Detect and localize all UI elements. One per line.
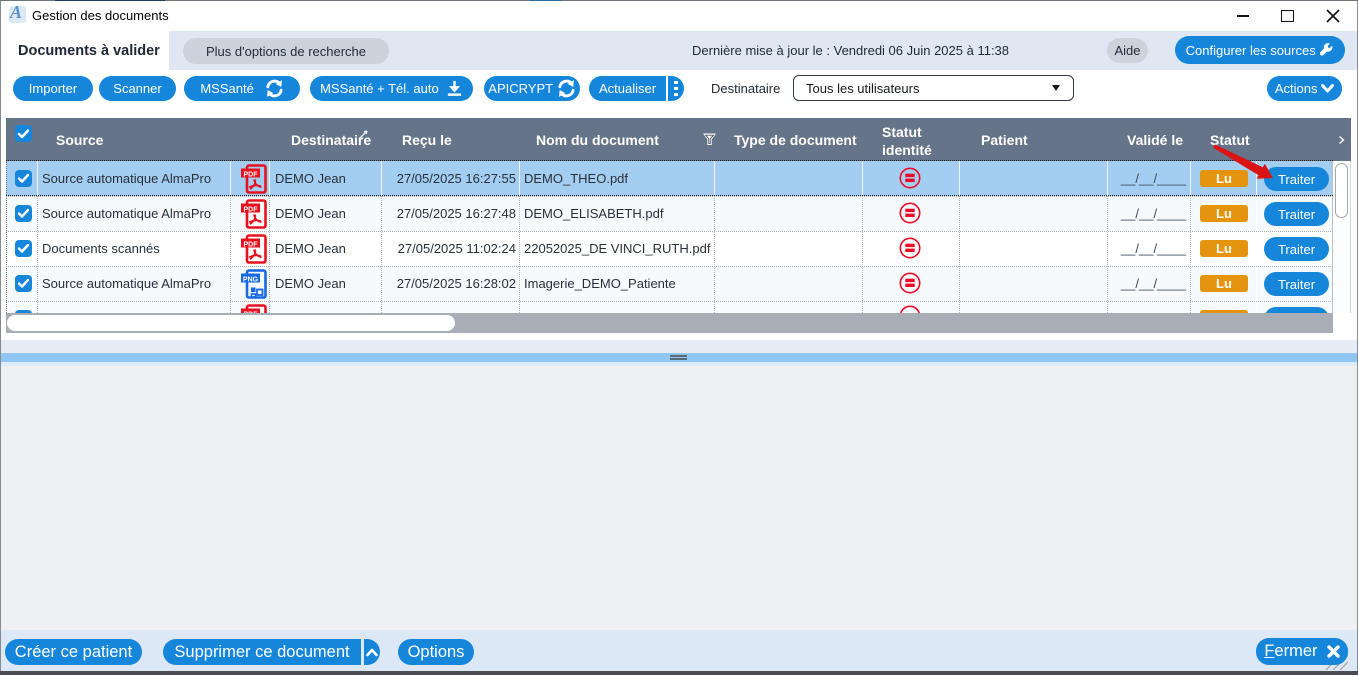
svg-text:PNG: PNG xyxy=(243,276,259,283)
svg-text:PDF: PDF xyxy=(244,241,259,248)
svg-text:PDF: PDF xyxy=(244,206,259,213)
svg-text:PDF: PDF xyxy=(244,171,259,178)
